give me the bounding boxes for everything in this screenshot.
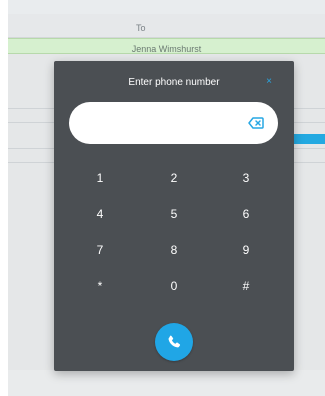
key-7[interactable]: 7 [70, 236, 130, 264]
backspace-icon [248, 117, 264, 129]
contact-name: Jenna Wimshurst [131, 44, 202, 54]
key-pound[interactable]: # [216, 272, 276, 300]
key-star[interactable]: * [70, 272, 130, 300]
phone-number-input[interactable] [85, 110, 239, 138]
selected-contact-row[interactable]: Jenna Wimshurst [8, 38, 325, 54]
dialog-title: Enter phone number [128, 77, 220, 88]
close-button[interactable]: × [264, 77, 274, 87]
to-row: To [8, 14, 325, 38]
backspace-button[interactable] [248, 115, 264, 131]
key-5[interactable]: 5 [144, 200, 204, 228]
key-2[interactable]: 2 [144, 164, 204, 192]
key-0[interactable]: 0 [144, 272, 204, 300]
key-8[interactable]: 8 [144, 236, 204, 264]
background-top-strip [8, 0, 325, 14]
key-9[interactable]: 9 [216, 236, 276, 264]
key-1[interactable]: 1 [70, 164, 130, 192]
key-4[interactable]: 4 [70, 200, 130, 228]
background-highlight-bar [293, 134, 325, 144]
key-3[interactable]: 3 [216, 164, 276, 192]
dial-pad: 1 2 3 4 5 6 7 8 9 * 0 # [54, 156, 294, 331]
phone-icon [168, 335, 181, 348]
key-6[interactable]: 6 [216, 200, 276, 228]
screen: To Jenna Wimshurst Enter phone number × … [0, 0, 325, 396]
phone-dialer-dialog: Enter phone number × 1 2 3 4 5 6 7 8 9 * [54, 61, 294, 371]
close-icon: × [266, 76, 272, 87]
call-button[interactable] [155, 323, 193, 361]
phone-input-container [69, 102, 278, 144]
background-footer [8, 370, 325, 396]
to-label: To [136, 23, 146, 33]
